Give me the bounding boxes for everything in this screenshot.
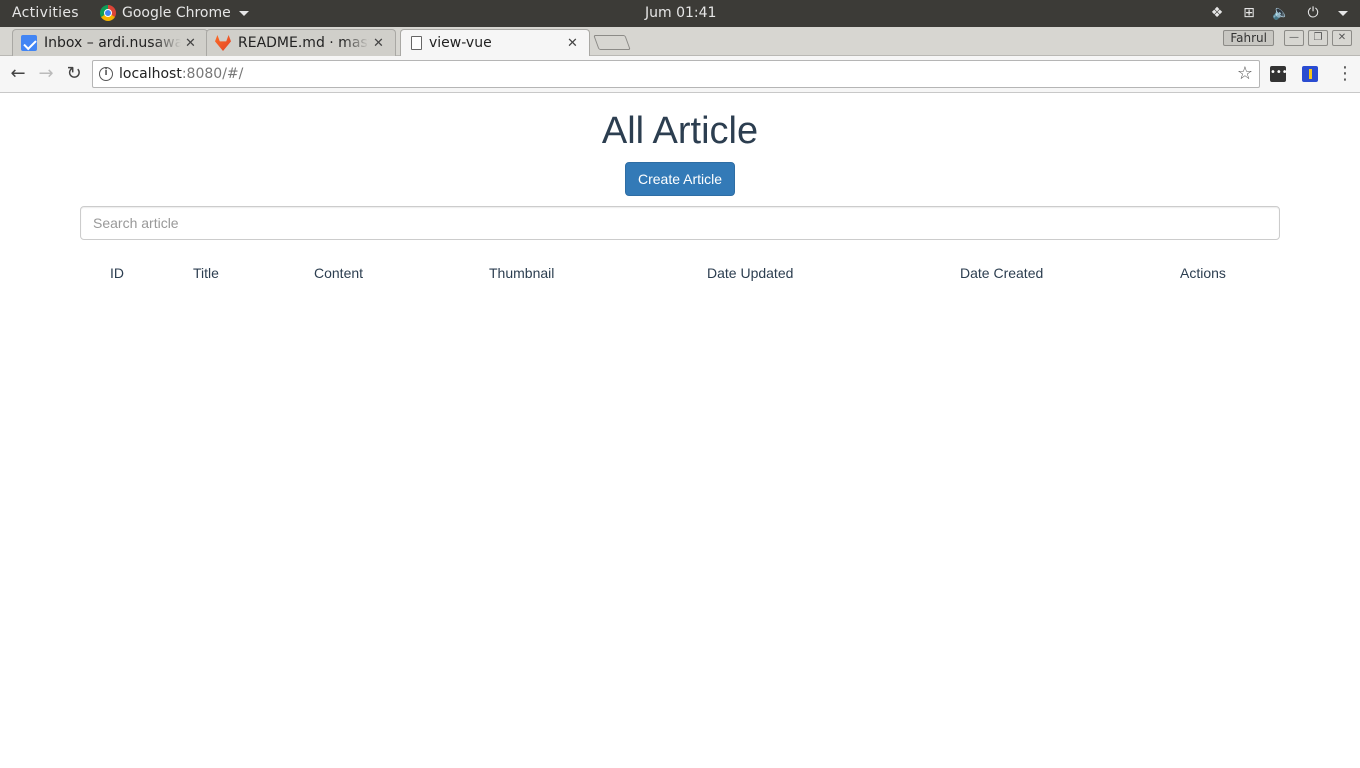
column-header-thumbnail: Thumbnail	[489, 265, 555, 281]
dropbox-icon[interactable]: ❖	[1208, 4, 1226, 22]
extension-icon[interactable]: •••	[1270, 66, 1288, 82]
page-icon	[411, 36, 422, 50]
back-icon[interactable]: ←	[8, 64, 28, 84]
page-content: All Article Create Article ID Title Cont…	[0, 94, 1360, 768]
tab-inbox[interactable]: Inbox – ardi.nusawa ✕	[12, 29, 208, 56]
new-tab-button[interactable]	[593, 35, 631, 50]
page-title: All Article	[601, 110, 759, 152]
column-header-id: ID	[110, 265, 124, 281]
chevron-down-icon[interactable]	[1338, 10, 1348, 16]
chevron-down-icon	[238, 10, 249, 16]
column-header-content: Content	[314, 265, 364, 281]
info-icon[interactable]: i	[99, 67, 113, 81]
tab-title: README.md · master	[238, 35, 369, 51]
gitlab-icon	[215, 35, 231, 51]
tab-strip: Inbox – ardi.nusawa ✕ README.md · master…	[0, 27, 1360, 56]
close-icon[interactable]: ✕	[185, 36, 199, 51]
url-text: localhost:8080/#/	[119, 66, 243, 82]
tab-view-vue[interactable]: view-vue ✕	[400, 29, 590, 56]
forward-icon[interactable]: →	[36, 64, 56, 84]
inbox-icon	[21, 35, 37, 51]
activities-button[interactable]: Activities	[12, 5, 79, 21]
profile-button[interactable]: Fahrul	[1223, 30, 1274, 46]
system-tray[interactable]: ❖ ⊞ 🔈 ⏻	[1208, 4, 1348, 22]
create-article-button[interactable]: Create Article	[625, 162, 735, 196]
address-bar[interactable]: i localhost:8080/#/ ☆	[92, 60, 1260, 88]
restore-icon[interactable]: ❐	[1308, 30, 1328, 46]
tab-title: Inbox – ardi.nusawa	[44, 35, 181, 51]
url-path: :8080/#/	[181, 66, 244, 82]
tab-readme[interactable]: README.md · master ✕	[206, 29, 396, 56]
close-icon[interactable]: ✕	[373, 36, 387, 51]
extension-icon[interactable]	[1302, 66, 1318, 82]
search-input[interactable]	[80, 206, 1280, 240]
column-header-actions: Actions	[1180, 265, 1226, 281]
minimize-icon[interactable]: —	[1284, 30, 1304, 46]
window-controls: — ❐ ✕	[1284, 30, 1352, 46]
tab-title: view-vue	[429, 35, 492, 51]
reload-icon[interactable]: ↻	[64, 64, 84, 84]
power-icon[interactable]: ⏻	[1304, 4, 1322, 22]
network-icon[interactable]: ⊞	[1240, 4, 1258, 22]
close-icon[interactable]: ✕	[567, 36, 581, 51]
close-window-icon[interactable]: ✕	[1332, 30, 1352, 46]
chrome-menu-icon[interactable]: ⋮	[1336, 64, 1354, 84]
url-host: localhost	[119, 66, 182, 82]
bookmark-star-icon[interactable]: ☆	[1237, 63, 1253, 84]
volume-icon[interactable]: 🔈	[1272, 4, 1290, 22]
browser-toolbar: ← → ↻ i localhost:8080/#/ ☆ ••• ⋮	[0, 56, 1360, 93]
chrome-icon	[100, 5, 116, 21]
column-header-date-updated: Date Updated	[707, 265, 794, 281]
clock[interactable]: Jum 01:41	[645, 5, 716, 21]
app-menu[interactable]: Google Chrome	[100, 5, 249, 21]
column-header-title: Title	[193, 265, 219, 281]
column-header-date-created: Date Created	[960, 265, 1044, 281]
app-menu-label: Google Chrome	[122, 5, 231, 21]
system-top-bar: Activities Google Chrome Jum 01:41 ❖ ⊞ 🔈…	[0, 0, 1360, 27]
